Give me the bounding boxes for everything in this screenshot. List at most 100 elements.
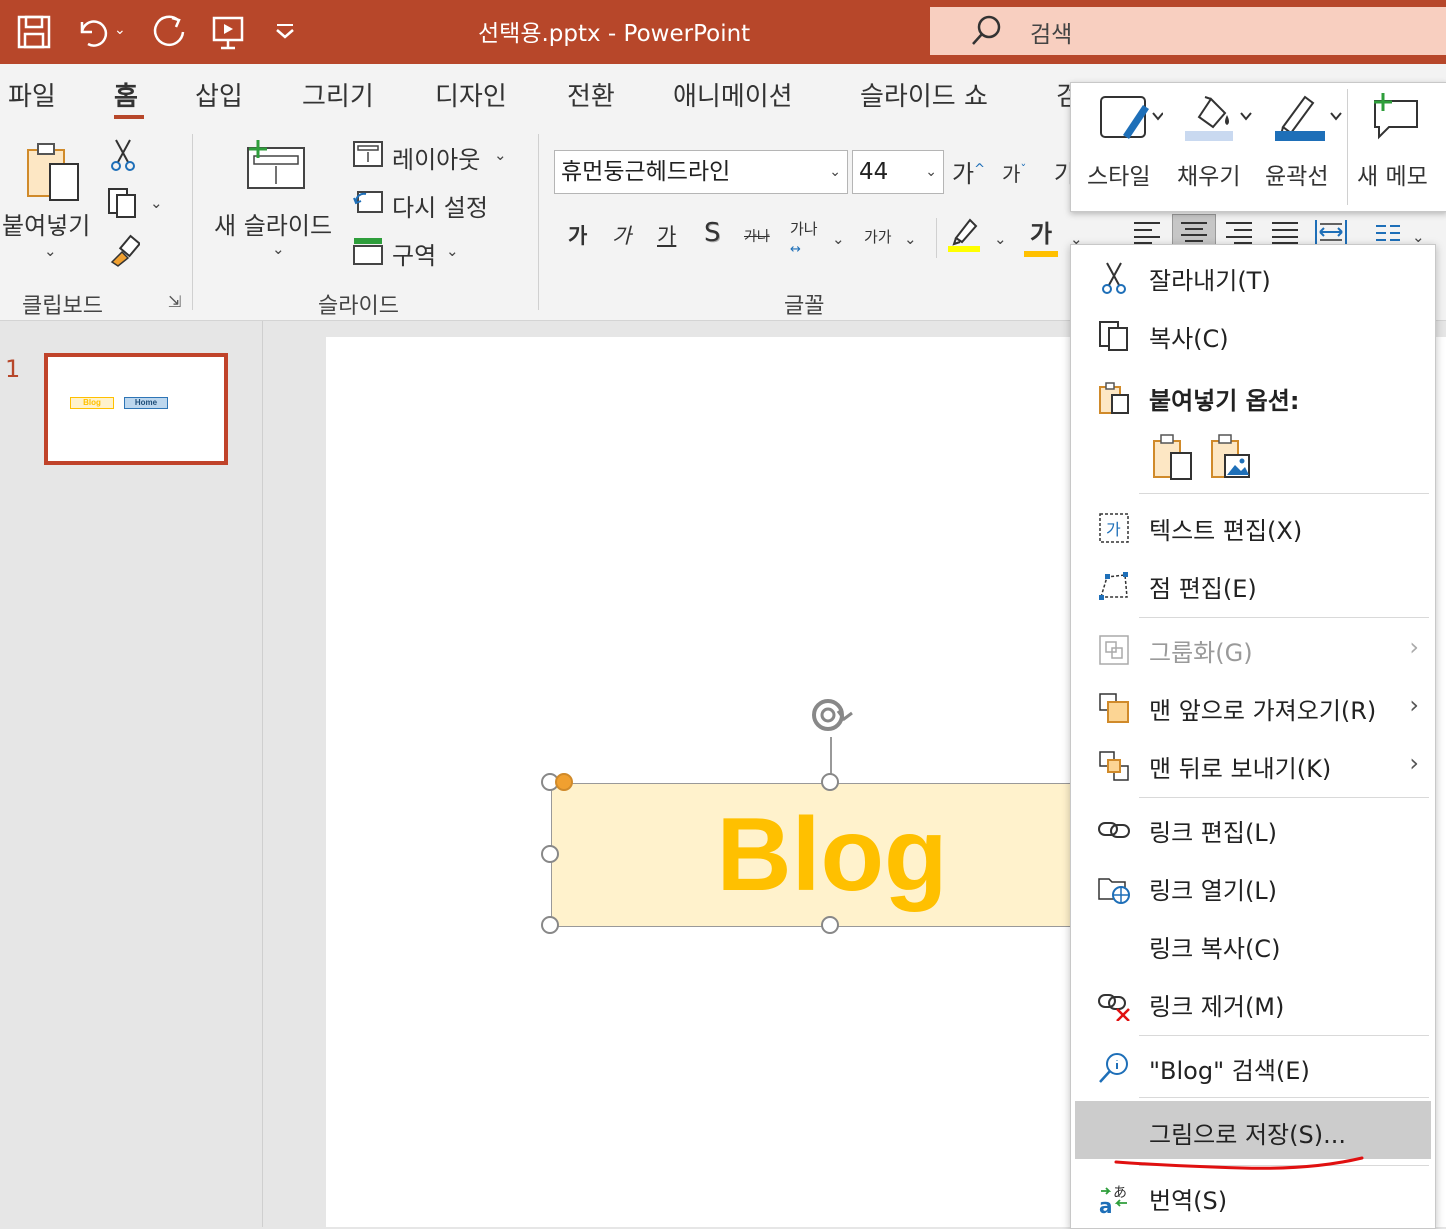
- menu-item-edit-text[interactable]: 가 텍스트 편집(X): [1071, 499, 1435, 555]
- resize-handle-bottom-left[interactable]: [541, 916, 559, 934]
- strikethrough-button[interactable]: 가나: [744, 226, 770, 246]
- new-comment-icon[interactable]: [1369, 91, 1425, 151]
- new-comment-label[interactable]: 새 메모: [1357, 157, 1428, 191]
- font-color-icon[interactable]: 가: [1024, 214, 1058, 257]
- shape-style-icon[interactable]: [1097, 91, 1164, 151]
- menu-item-open-link[interactable]: 링크 열기(L): [1071, 859, 1435, 915]
- menu-item-cut[interactable]: 잘라내기(T): [1071, 249, 1435, 305]
- paste-dropdown-chevron-icon[interactable]: ⌄: [44, 242, 57, 260]
- outline-label[interactable]: 윤곽선: [1265, 157, 1328, 191]
- rotate-handle-icon[interactable]: [808, 695, 856, 743]
- undo-dropdown-chevron-icon[interactable]: ⌄: [114, 22, 134, 62]
- section-icon[interactable]: [352, 236, 384, 270]
- redo-icon[interactable]: [150, 12, 190, 52]
- menu-item-paste-options: 붙여넣기 옵션:: [1071, 369, 1435, 425]
- tab-draw[interactable]: 그리기: [302, 76, 374, 113]
- menu-label: 맨 앞으로 가져오기(R): [1149, 697, 1377, 725]
- menu-separator: [1139, 797, 1429, 798]
- menu-item-bring-to-front[interactable]: 맨 앞으로 가져오기(R) ›: [1071, 679, 1435, 735]
- tab-design[interactable]: 디자인: [435, 76, 507, 113]
- menu-item-search[interactable]: "Blog" 검색(E): [1071, 1039, 1435, 1095]
- menu-item-edit-points[interactable]: 점 편집(E): [1071, 557, 1435, 613]
- copy-icon[interactable]: [106, 186, 140, 224]
- svg-text:a: a: [1099, 1194, 1113, 1215]
- spacing-dropdown-chevron-icon[interactable]: ⌄: [832, 230, 845, 248]
- blog-shape-text: Blog: [716, 797, 948, 913]
- reset-icon[interactable]: [352, 188, 384, 220]
- submenu-arrow-icon: ›: [1409, 749, 1419, 777]
- adjustment-handle[interactable]: [555, 773, 573, 791]
- font-size-combobox[interactable]: 44 ⌄: [852, 150, 944, 194]
- menu-item-remove-link[interactable]: 링크 제거(M): [1071, 975, 1435, 1031]
- resize-handle-bottom[interactable]: [821, 916, 839, 934]
- bring-to-front-icon: [1097, 691, 1131, 725]
- menu-label: "Blog" 검색(E): [1149, 1057, 1310, 1085]
- resize-handle-top[interactable]: [821, 773, 839, 791]
- font-name-combobox[interactable]: 휴먼둥근헤드라인 ⌄: [554, 150, 848, 194]
- tab-insert[interactable]: 삽입: [195, 76, 243, 113]
- title-bar: ⌄ 선택용.pptx - PowerPoint 검색: [0, 0, 1446, 64]
- tab-slideshow[interactable]: 슬라이드 쇼: [860, 76, 988, 113]
- group-icon: [1097, 633, 1131, 667]
- clipboard-group-label: 클립보드: [22, 294, 103, 319]
- search-box[interactable]: 검색: [930, 7, 1446, 55]
- font-group-label: 글꼴: [784, 294, 825, 319]
- case-dropdown-chevron-icon[interactable]: ⌄: [904, 230, 917, 248]
- tab-file[interactable]: 파일: [8, 76, 56, 113]
- slide-thumbnail[interactable]: Blog Home: [44, 353, 228, 465]
- paste-use-destination-icon[interactable]: [1151, 433, 1195, 485]
- menu-item-edit-link[interactable]: 링크 편집(L): [1071, 801, 1435, 857]
- style-label[interactable]: 스타일: [1087, 157, 1150, 191]
- paste-as-picture-icon[interactable]: [1209, 433, 1253, 485]
- menu-item-copy[interactable]: 복사(C): [1071, 307, 1435, 363]
- highlighter-icon[interactable]: [948, 214, 982, 258]
- reset-label[interactable]: 다시 설정: [392, 188, 488, 223]
- customize-qat-icon[interactable]: [270, 12, 310, 52]
- save-icon[interactable]: [14, 12, 54, 52]
- dialog-launcher-icon[interactable]: ⇲: [168, 292, 181, 311]
- italic-button[interactable]: 가: [612, 220, 631, 250]
- menu-item-send-to-back[interactable]: 맨 뒤로 보내기(K) ›: [1071, 737, 1435, 793]
- shrink-font-button[interactable]: 가ˇ: [1002, 158, 1026, 187]
- grow-font-button[interactable]: 가^: [952, 154, 985, 189]
- bold-button[interactable]: 가: [568, 220, 587, 250]
- section-dropdown-chevron-icon[interactable]: ⌄: [446, 242, 459, 260]
- translate-icon: aあ: [1097, 1181, 1131, 1218]
- paste-icon: [1097, 381, 1131, 415]
- tab-animations[interactable]: 애니메이션: [673, 76, 793, 113]
- copy-icon: [1097, 319, 1131, 353]
- menu-separator: [1139, 493, 1429, 494]
- blog-shape[interactable]: Blog: [551, 783, 1113, 927]
- layout-label[interactable]: 레이아웃: [392, 140, 480, 175]
- layout-dropdown-chevron-icon[interactable]: ⌄: [494, 146, 507, 164]
- layout-icon[interactable]: [352, 140, 384, 172]
- tab-transitions[interactable]: 전환: [567, 76, 615, 113]
- divider: [1347, 89, 1348, 205]
- character-spacing-button[interactable]: 가나 ↔: [790, 218, 818, 257]
- cut-icon[interactable]: [108, 138, 138, 176]
- section-label[interactable]: 구역: [392, 236, 436, 271]
- resize-handle-left[interactable]: [541, 845, 559, 863]
- highlight-dropdown-chevron-icon[interactable]: ⌄: [994, 230, 1007, 248]
- mini-toolbar: 스타일 채우기 윤곽선 새 메모: [1070, 82, 1446, 212]
- format-painter-icon[interactable]: [106, 234, 142, 272]
- new-slide-icon[interactable]: [240, 136, 310, 198]
- menu-item-copy-link[interactable]: 링크 복사(C): [1071, 917, 1435, 973]
- menu-item-group[interactable]: 그룹화(G) ›: [1071, 621, 1435, 677]
- present-from-start-icon[interactable]: [208, 12, 248, 52]
- paste-label[interactable]: 붙여넣기: [2, 206, 90, 241]
- shape-outline-icon[interactable]: [1273, 91, 1343, 151]
- tab-home[interactable]: 홈: [114, 76, 138, 113]
- shape-fill-icon[interactable]: [1183, 91, 1253, 151]
- menu-separator: [1139, 617, 1429, 618]
- underline-button[interactable]: 가: [657, 220, 676, 250]
- paste-icon[interactable]: [24, 140, 84, 208]
- copy-dropdown-chevron-icon[interactable]: ⌄: [150, 194, 163, 212]
- undo-icon[interactable]: [72, 12, 112, 52]
- new-slide-label[interactable]: 새 슬라이드: [214, 206, 332, 241]
- menu-label: 맨 뒤로 보내기(K): [1149, 755, 1332, 783]
- change-case-button[interactable]: 가가: [864, 226, 892, 247]
- fill-label[interactable]: 채우기: [1177, 157, 1240, 191]
- new-slide-dropdown-chevron-icon[interactable]: ⌄: [272, 240, 285, 258]
- shadow-button[interactable]: S: [704, 218, 721, 248]
